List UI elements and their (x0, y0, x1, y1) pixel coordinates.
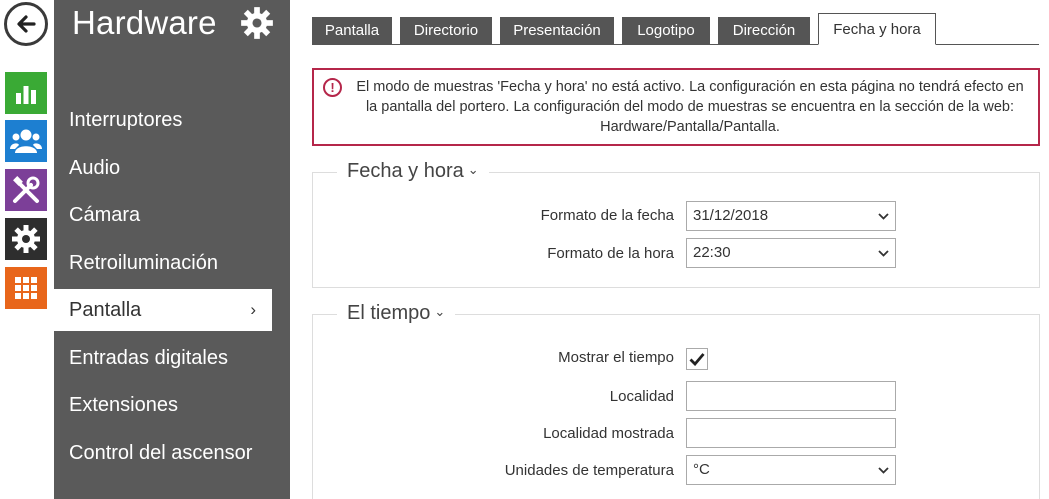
gear-icon (240, 6, 274, 40)
tab-logotipo[interactable]: Logotipo (622, 17, 710, 44)
date-format-value: 31/12/2018 (693, 207, 769, 224)
system-grid-icon[interactable] (5, 267, 47, 309)
datetime-section-toggle[interactable]: Fecha y hora ⌄ (337, 160, 489, 183)
warning-text: El modo de muestras 'Fecha y hora' no es… (356, 79, 1024, 135)
sidebar-item-label: Pantalla (69, 299, 142, 321)
tab-pantalla[interactable]: Pantalla (312, 17, 392, 44)
sidebar-item-interruptores[interactable]: Interruptores (54, 99, 272, 141)
date-format-select[interactable]: 31/12/2018 (686, 201, 896, 231)
tab-direccion[interactable]: Dirección (718, 17, 810, 44)
weather-section-title: El tiempo (347, 302, 431, 324)
back-arrow-icon[interactable] (4, 2, 48, 46)
tab-presentacion[interactable]: Presentación (500, 17, 614, 44)
chevron-down-icon (878, 456, 889, 494)
temp-units-value: °C (693, 461, 710, 478)
tab-bar: Pantalla Directorio Presentación Logotip… (312, 13, 1039, 45)
sidebar-item-retroiluminacion[interactable]: Retroiluminación (54, 242, 272, 284)
time-format-value: 22:30 (693, 244, 731, 261)
tab-directorio[interactable]: Directorio (400, 17, 492, 44)
status-chart-icon[interactable] (5, 72, 47, 114)
sidebar-title: Hardware (72, 4, 217, 41)
datetime-section-title: Fecha y hora (347, 160, 464, 182)
weather-section-toggle[interactable]: El tiempo ⌄ (337, 302, 456, 325)
temp-units-select[interactable]: °C (686, 455, 896, 485)
chevron-down-icon: ⌄ (467, 162, 479, 177)
temp-units-label: Unidades de temperatura (504, 462, 674, 479)
hardware-tools-icon[interactable] (5, 169, 47, 211)
warning-icon: ! (323, 78, 342, 97)
sidebar-item-entradas-digitales[interactable]: Entradas digitales (54, 337, 272, 379)
shown-locality-label: Localidad mostrada (543, 425, 674, 442)
shown-locality-input[interactable] (686, 418, 896, 448)
icon-rail (0, 0, 54, 499)
sidebar-item-camara[interactable]: Cámara (54, 194, 272, 236)
sidebar: Hardware Interruptores Audio Cámara Retr… (54, 0, 290, 499)
show-weather-label: Mostrar el tiempo (558, 349, 674, 366)
chevron-down-icon (878, 202, 889, 240)
sidebar-item-pantalla[interactable]: Pantalla › (54, 289, 272, 331)
time-format-label: Formato de la hora (547, 245, 674, 262)
locality-input[interactable] (686, 381, 896, 411)
show-weather-checkbox[interactable] (686, 348, 708, 370)
sidebar-item-audio[interactable]: Audio (54, 147, 272, 189)
locality-label: Localidad (609, 388, 674, 405)
warning-box: ! El modo de muestras 'Fecha y hora' no … (312, 68, 1040, 146)
chevron-down-icon: ⌄ (434, 304, 446, 319)
sidebar-item-control-ascensor[interactable]: Control del ascensor (54, 432, 272, 474)
datetime-fieldset: Fecha y hora ⌄ Formato de la fecha 31/12/… (312, 160, 1040, 288)
chevron-right-icon: › (250, 300, 256, 319)
time-format-select[interactable]: 22:30 (686, 238, 896, 268)
tab-fecha-y-hora[interactable]: Fecha y hora (818, 13, 936, 45)
date-format-label: Formato de la fecha (540, 207, 674, 224)
directory-users-icon[interactable] (5, 120, 47, 162)
sidebar-item-extensiones[interactable]: Extensiones (54, 384, 272, 426)
weather-fieldset: El tiempo ⌄ Mostrar el tiempo Localidad L… (312, 302, 1040, 499)
chevron-down-icon (878, 239, 889, 277)
services-gear-icon[interactable] (5, 218, 47, 260)
